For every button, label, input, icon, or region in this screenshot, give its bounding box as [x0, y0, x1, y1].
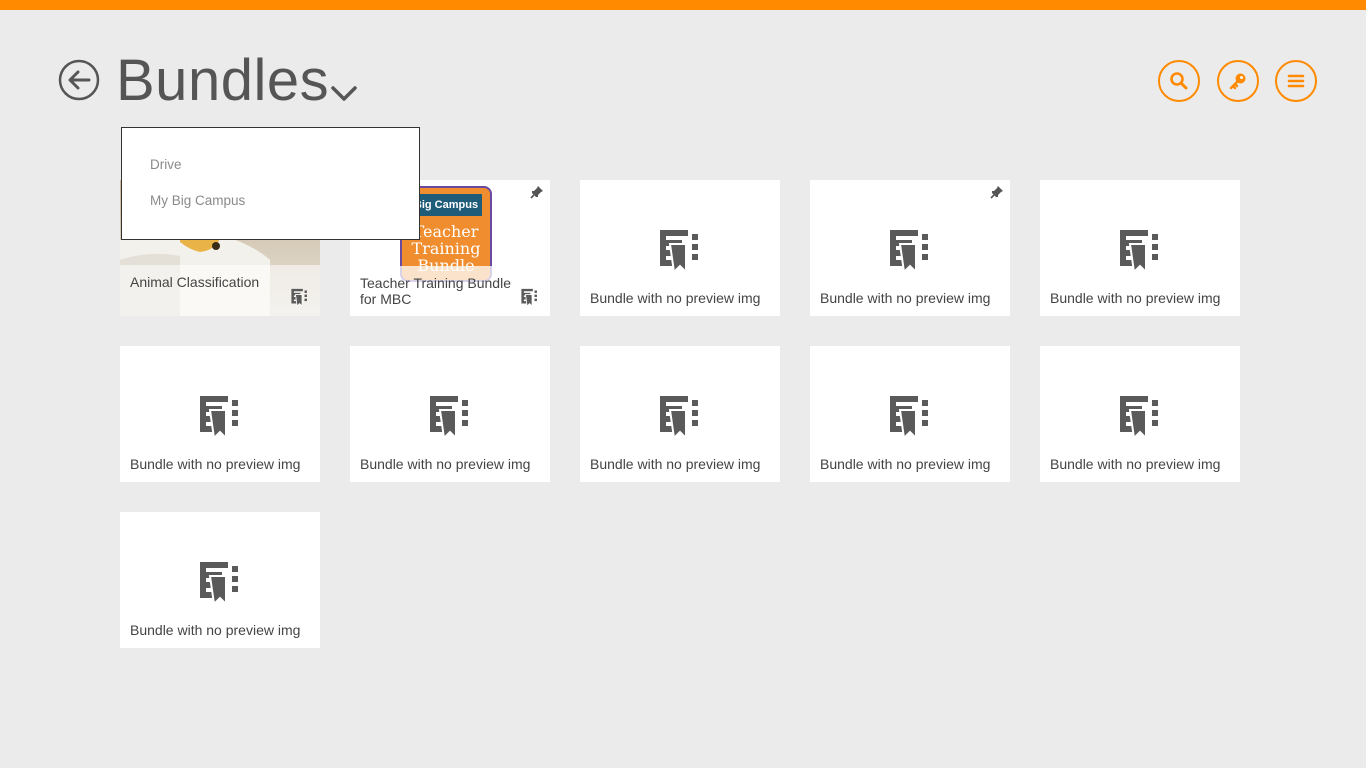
bundle-label: Bundle with no preview img — [130, 456, 301, 472]
back-arrow-icon[interactable] — [58, 59, 100, 101]
bundle-icon — [660, 230, 698, 272]
bundle-label: Bundle with no preview img — [820, 290, 991, 306]
bundle-label: Bundle with no preview img — [130, 622, 301, 638]
bundle-tile[interactable]: Bundle with no preview img — [1040, 180, 1240, 316]
dropdown-item-drive[interactable]: Drive — [150, 157, 182, 172]
bundle-icon — [291, 288, 307, 306]
bundle-tile[interactable]: Bundle with no preview img — [810, 346, 1010, 482]
bundle-icon — [660, 396, 698, 438]
pin-icon[interactable] — [990, 185, 1004, 199]
bundle-label: Animal Classification — [130, 274, 260, 290]
key-icon — [1229, 73, 1246, 90]
key-button[interactable] — [1217, 60, 1259, 102]
bundle-tile[interactable]: Bundle with no preview img — [1040, 346, 1240, 482]
dropdown-item-my-big-campus[interactable]: My Big Campus — [150, 193, 245, 208]
bundle-icon — [521, 288, 537, 306]
bundle-icon — [890, 396, 928, 438]
bundle-tile[interactable]: Bundle with no preview img — [810, 180, 1010, 316]
bundle-icon — [430, 396, 468, 438]
cover-logo-band: Big Campus — [410, 194, 482, 216]
bundle-label: Bundle with no preview img — [590, 456, 761, 472]
menu-icon — [1287, 74, 1305, 88]
bundle-label: Teacher Training Bundle for MBC — [360, 275, 511, 307]
bundle-icon — [1120, 396, 1158, 438]
search-icon — [1170, 72, 1188, 90]
pin-icon[interactable] — [530, 185, 544, 199]
bundle-label: Bundle with no preview img — [590, 290, 761, 306]
bundle-tile[interactable]: Bundle with no preview img — [580, 346, 780, 482]
top-accent-bar — [0, 0, 1366, 10]
bundle-icon — [200, 562, 238, 604]
bundle-label: Bundle with no preview img — [1050, 290, 1221, 306]
bundle-tile[interactable]: Bundle with no preview img — [350, 346, 550, 482]
bundle-tile[interactable]: Bundle with no preview img — [120, 512, 320, 648]
bundle-label: Bundle with no preview img — [820, 456, 991, 472]
bundle-tile[interactable]: Bundle with no preview img — [120, 346, 320, 482]
chevron-down-icon[interactable] — [330, 80, 358, 104]
search-button[interactable] — [1158, 60, 1200, 102]
source-dropdown-menu: Drive My Big Campus — [121, 127, 420, 240]
bundle-label: Bundle with no preview img — [360, 456, 531, 472]
page-title: Bundles — [116, 48, 330, 113]
bundle-tile[interactable]: Bundle with no preview img — [580, 180, 780, 316]
bundle-label: Bundle with no preview img — [1050, 456, 1221, 472]
menu-button[interactable] — [1275, 60, 1317, 102]
bundle-icon — [890, 230, 928, 272]
bundle-icon — [200, 396, 238, 438]
bundle-icon — [1120, 230, 1158, 272]
